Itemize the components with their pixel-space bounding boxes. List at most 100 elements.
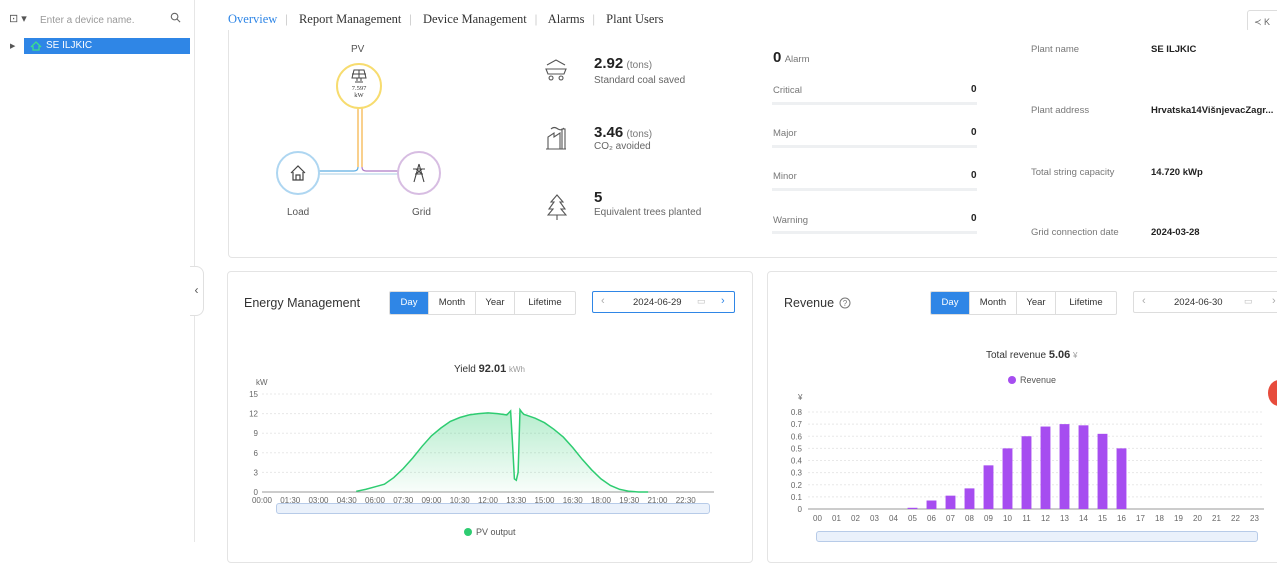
energy-zoom-slider[interactable] xyxy=(276,503,710,514)
energy-period-month[interactable]: Month xyxy=(429,292,476,314)
factory-icon xyxy=(546,126,566,150)
x-tick-label: 17 xyxy=(1136,514,1145,523)
tree-item-plant[interactable]: SE ILJKIC xyxy=(24,38,190,54)
y-tick-label: 3 xyxy=(254,468,259,477)
energy-date-picker[interactable]: ‹ 2024-06-29 ▭ › xyxy=(592,291,735,313)
device-search-input[interactable] xyxy=(38,10,162,30)
y-axis-unit-label: kW xyxy=(256,378,268,387)
alarm-warning-label: Warning xyxy=(773,215,809,226)
alarm-major-bar xyxy=(772,145,977,148)
x-tick-label: 00:00 xyxy=(252,496,273,505)
x-tick-label: 00 xyxy=(813,514,822,523)
x-tick-label: 18 xyxy=(1155,514,1164,523)
revenue-period-year[interactable]: Year xyxy=(1017,292,1056,314)
alarm-critical-value[interactable]: 0 xyxy=(971,84,977,95)
revenue-bar xyxy=(964,488,975,509)
revenue-bar xyxy=(1002,448,1013,509)
revenue-bar xyxy=(1059,424,1070,509)
plant-address-label: Plant address xyxy=(1031,105,1090,116)
x-tick-label: 06 xyxy=(927,514,936,523)
load-node[interactable] xyxy=(276,151,320,195)
coal-saved-stat: 2.92 (tons) xyxy=(594,55,653,72)
tab-alarms[interactable]: Alarms xyxy=(548,12,585,26)
power-tower-icon xyxy=(413,163,425,183)
revenue-date-picker[interactable]: ‹ 2024-06-30 ▭ › xyxy=(1133,291,1277,313)
revenue-period-day[interactable]: Day xyxy=(931,292,970,314)
alarm-major-value[interactable]: 0 xyxy=(971,127,977,138)
revenue-legend-dot xyxy=(1008,376,1016,384)
x-tick-label: 03 xyxy=(870,514,879,523)
x-tick-label: 09 xyxy=(984,514,993,523)
alarm-warning-value[interactable]: 0 xyxy=(971,213,977,224)
alarm-major-label: Major xyxy=(773,128,797,139)
tab-report-management[interactable]: Report Management xyxy=(299,12,401,26)
trees-planted-label: Equivalent trees planted xyxy=(594,207,702,218)
tree-expand-icon[interactable]: ▶ xyxy=(10,42,15,50)
energy-legend[interactable]: PV output xyxy=(464,527,516,537)
x-tick-label: 14 xyxy=(1079,514,1088,523)
collapse-sidebar-button[interactable]: ‹ xyxy=(190,266,204,316)
tab-overview[interactable]: Overview xyxy=(228,12,277,26)
tab-plant-users[interactable]: Plant Users xyxy=(606,12,663,26)
tree-icon xyxy=(547,194,567,220)
energy-card-title: Energy Management xyxy=(244,296,361,310)
energy-period-selector: Day Month Year Lifetime xyxy=(389,291,576,315)
energy-period-lifetime[interactable]: Lifetime xyxy=(515,292,575,314)
alarm-minor-bar xyxy=(772,188,977,191)
x-tick-label: 08 xyxy=(965,514,974,523)
energy-period-year[interactable]: Year xyxy=(476,292,515,314)
alarm-critical-bar xyxy=(772,102,977,105)
revenue-period-month[interactable]: Month xyxy=(970,292,1017,314)
revenue-bar xyxy=(907,507,918,509)
pv-output-legend-dot xyxy=(464,528,472,536)
revenue-period-lifetime[interactable]: Lifetime xyxy=(1056,292,1116,314)
plant-address-value: Hrvatska14VišnjevacZagr... xyxy=(1151,105,1274,116)
x-tick-label: 16 xyxy=(1117,514,1126,523)
x-tick-label: 22 xyxy=(1231,514,1240,523)
revenue-bar xyxy=(1097,433,1108,509)
x-tick-label: 12 xyxy=(1041,514,1050,523)
device-filter-icon[interactable]: ⊡ ▾ xyxy=(9,12,27,25)
plant-home-icon xyxy=(30,41,42,51)
calendar-icon: ▭ xyxy=(697,296,706,306)
y-tick-label: 12 xyxy=(249,410,258,419)
calendar-icon: ▭ xyxy=(1244,296,1253,306)
tab-device-management[interactable]: Device Management xyxy=(423,12,527,26)
prev-date-icon[interactable]: ‹ xyxy=(601,295,605,307)
pv-label: PV xyxy=(351,44,365,55)
y-tick-label: 0.5 xyxy=(791,444,803,453)
y-axis-unit-label: ¥ xyxy=(797,393,803,402)
revenue-chart: ¥0 0.1 0.2 0.3 0.4 0.5 0.6 0.7 0.8 00 01 02 03 04 05 06… xyxy=(791,393,1264,523)
revenue-bar xyxy=(1116,448,1127,509)
next-date-icon[interactable]: › xyxy=(721,295,725,307)
plant-name-label: Plant name xyxy=(1031,44,1080,55)
revenue-legend[interactable]: Revenue xyxy=(1008,375,1056,385)
alarm-total[interactable]: 0 Alarm xyxy=(773,49,810,66)
y-tick-label: 0.8 xyxy=(791,408,803,417)
energy-period-day[interactable]: Day xyxy=(390,292,429,314)
svg-text:?: ? xyxy=(843,299,848,308)
x-tick-label: 20 xyxy=(1193,514,1202,523)
coal-saved-label: Standard coal saved xyxy=(594,75,686,86)
pv-output-area xyxy=(356,409,649,492)
x-tick-label: 15 xyxy=(1098,514,1107,523)
overview-card: PV 7.597 kW Load Grid 2.92 (tons) Standar… xyxy=(228,30,1277,258)
next-date-icon[interactable]: › xyxy=(1272,295,1276,307)
y-tick-label: 0.4 xyxy=(791,457,803,466)
revenue-zoom-slider[interactable] xyxy=(816,531,1258,542)
y-tick-label: 0.2 xyxy=(791,481,803,490)
x-tick-label: 13 xyxy=(1060,514,1069,523)
x-tick-label: 11 xyxy=(1022,514,1031,523)
x-tick-label: 02 xyxy=(851,514,860,523)
alarm-minor-value[interactable]: 0 xyxy=(971,170,977,181)
total-revenue-summary: Total revenue 5.06 ¥ xyxy=(986,349,1078,361)
coal-truck-icon xyxy=(545,59,567,81)
help-icon[interactable]: ? xyxy=(839,297,851,309)
share-button[interactable]: ≺ K xyxy=(1247,10,1277,32)
prev-date-icon[interactable]: ‹ xyxy=(1142,295,1146,307)
string-capacity-label: Total string capacity xyxy=(1031,167,1115,178)
grid-node[interactable] xyxy=(397,151,441,195)
y-tick-label: 0.3 xyxy=(791,469,803,478)
search-icon[interactable] xyxy=(170,12,181,23)
co2-avoided-label: CO₂ avoided xyxy=(594,141,651,152)
